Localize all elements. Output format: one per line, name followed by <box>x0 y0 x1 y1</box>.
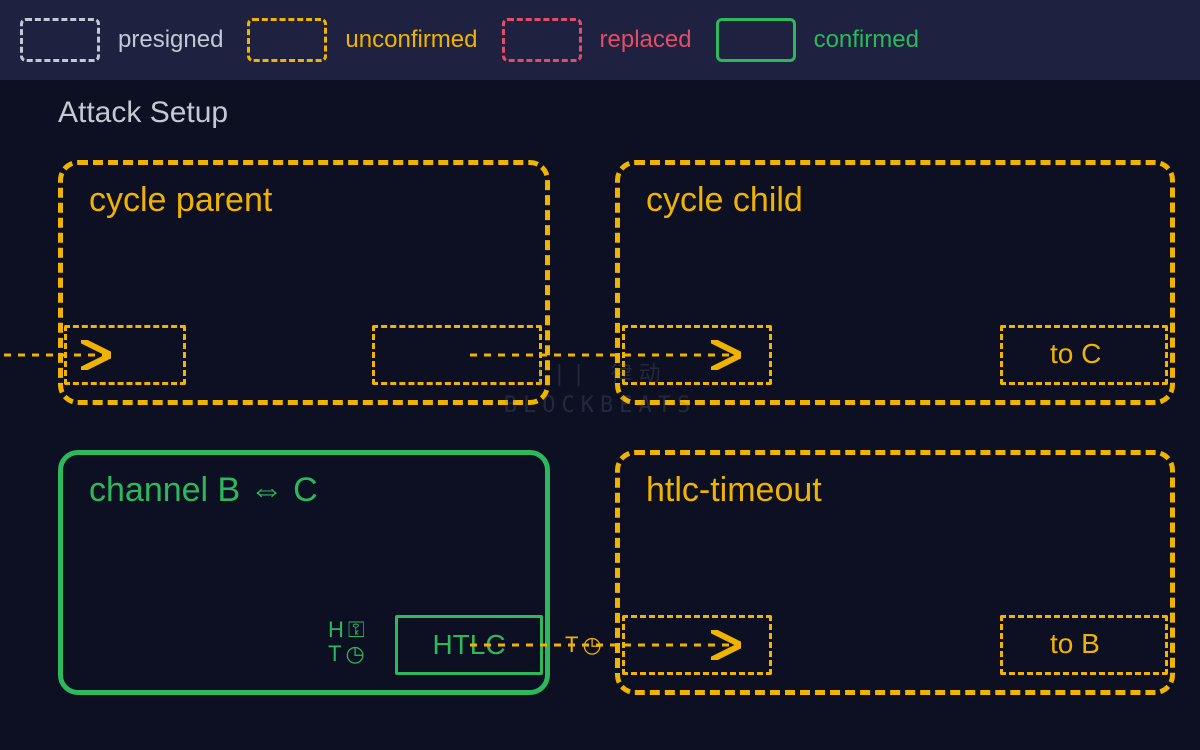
watermark: ||| 律动 BLOCKBEATS <box>504 360 696 422</box>
htlc-timeout-input <box>622 615 772 675</box>
legend-item-presigned: presigned <box>20 18 223 62</box>
legend-item-confirmed: confirmed <box>716 18 919 62</box>
cycle-child-output-label: to C <box>1050 338 1101 370</box>
legend-bar: presigned unconfirmed replaced confirmed <box>0 0 1200 80</box>
htlc-annotation: H⚿ T◷ <box>328 618 365 666</box>
box-channel-bc: channel B ⇔ C <box>58 450 550 695</box>
label-cycle-parent: cycle parent <box>89 181 272 219</box>
box-htlc-timeout: htlc-timeout <box>615 450 1175 695</box>
box-cycle-child: cycle child <box>615 160 1175 405</box>
swatch-unconfirmed <box>247 18 327 62</box>
htlc-timeout-output-label: to B <box>1050 628 1100 660</box>
swatch-presigned <box>20 18 100 62</box>
legend-label-replaced: replaced <box>600 26 692 54</box>
label-cycle-child: cycle child <box>646 181 803 219</box>
swatch-confirmed <box>716 18 796 62</box>
cycle-parent-input <box>64 325 186 385</box>
htlc-box: HTLC <box>395 615 543 675</box>
cycle-child-input <box>622 325 772 385</box>
arrow-annotation-t: T ◷ <box>565 632 602 658</box>
htlc-box-label: HTLC <box>432 629 505 661</box>
watermark-line1: ||| 律动 <box>504 360 696 391</box>
annot-h: H <box>328 618 344 642</box>
key-icon: ⚿ <box>348 618 365 642</box>
legend-label-confirmed: confirmed <box>814 26 919 54</box>
clock-icon-yellow: ◷ <box>582 632 601 658</box>
label-channel-bc: channel B ⇔ C <box>89 471 318 509</box>
htlc-timeout-output <box>1000 615 1168 675</box>
legend-item-unconfirmed: unconfirmed <box>247 18 477 62</box>
swatch-replaced <box>502 18 582 62</box>
legend-label-presigned: presigned <box>118 26 223 54</box>
box-cycle-parent: cycle parent <box>58 160 550 405</box>
clock-icon: ◷ <box>345 642 364 666</box>
cycle-child-output <box>1000 325 1168 385</box>
watermark-line2: BLOCKBEATS <box>504 391 696 422</box>
legend-label-unconfirmed: unconfirmed <box>345 26 477 54</box>
page-title: Attack Setup <box>58 96 228 130</box>
legend-item-replaced: replaced <box>502 18 692 62</box>
annot-t: T <box>328 642 341 666</box>
label-htlc-timeout: htlc-timeout <box>646 471 822 509</box>
arrow-annot-t-label: T <box>565 632 578 658</box>
cycle-parent-output <box>372 325 542 385</box>
